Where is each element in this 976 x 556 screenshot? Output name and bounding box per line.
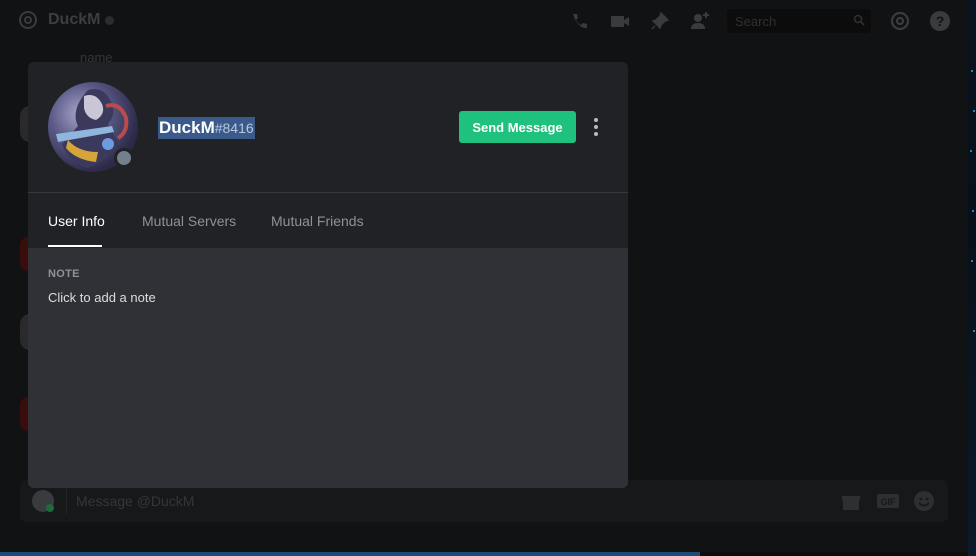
search-icon	[853, 14, 865, 26]
channel-title: DuckM	[48, 11, 101, 28]
video-icon[interactable]	[609, 10, 631, 32]
taskbar-strip	[0, 552, 700, 556]
user-info-panel: NOTE Click to add a note	[28, 248, 628, 325]
search-input[interactable]: Search	[727, 9, 871, 33]
status-indicator	[114, 148, 134, 168]
search-placeholder: Search	[735, 14, 777, 29]
app-window: DuckM Search ? name Message @DuckM GIF D…	[0, 0, 976, 556]
taskbar-strip	[700, 552, 968, 556]
tab-mutual-friends[interactable]: Mutual Friends	[271, 213, 364, 229]
profile-tabs: User Info Mutual Servers Mutual Friends	[28, 193, 628, 248]
pin-icon[interactable]	[649, 10, 671, 32]
status-dot	[105, 16, 114, 25]
more-options-icon[interactable]	[590, 117, 602, 137]
note-label: NOTE	[48, 268, 80, 280]
username-tag: DuckM #8416	[158, 117, 255, 139]
channel-topbar: DuckM Search ?	[0, 0, 968, 42]
emoji-icon[interactable]	[913, 490, 935, 512]
add-friend-icon[interactable]	[689, 10, 711, 32]
call-icon[interactable]	[568, 10, 590, 32]
user-profile-modal: DuckM #8416 Send Message User Info Mutual…	[28, 62, 628, 488]
discriminator: #8416	[214, 120, 254, 136]
active-tab-indicator	[48, 245, 102, 247]
gif-icon[interactable]: GIF	[876, 490, 900, 512]
tab-user-info[interactable]: User Info	[48, 213, 105, 229]
help-icon[interactable]: ?	[929, 10, 951, 32]
desktop-edge	[968, 0, 976, 556]
gift-icon[interactable]	[840, 490, 862, 512]
composer-placeholder: Message @DuckM	[76, 493, 195, 509]
at-icon	[19, 11, 37, 29]
svg-text:GIF: GIF	[881, 497, 897, 507]
composer-divider	[66, 488, 67, 514]
svg-text:?: ?	[936, 13, 945, 29]
mention-icon[interactable]	[889, 10, 911, 32]
note-input[interactable]: Click to add a note	[48, 290, 608, 305]
send-message-button[interactable]: Send Message	[459, 111, 576, 143]
attach-badge	[46, 504, 54, 512]
username: DuckM	[159, 118, 215, 137]
profile-header: DuckM #8416 Send Message	[28, 62, 628, 193]
tab-mutual-servers[interactable]: Mutual Servers	[142, 213, 236, 229]
